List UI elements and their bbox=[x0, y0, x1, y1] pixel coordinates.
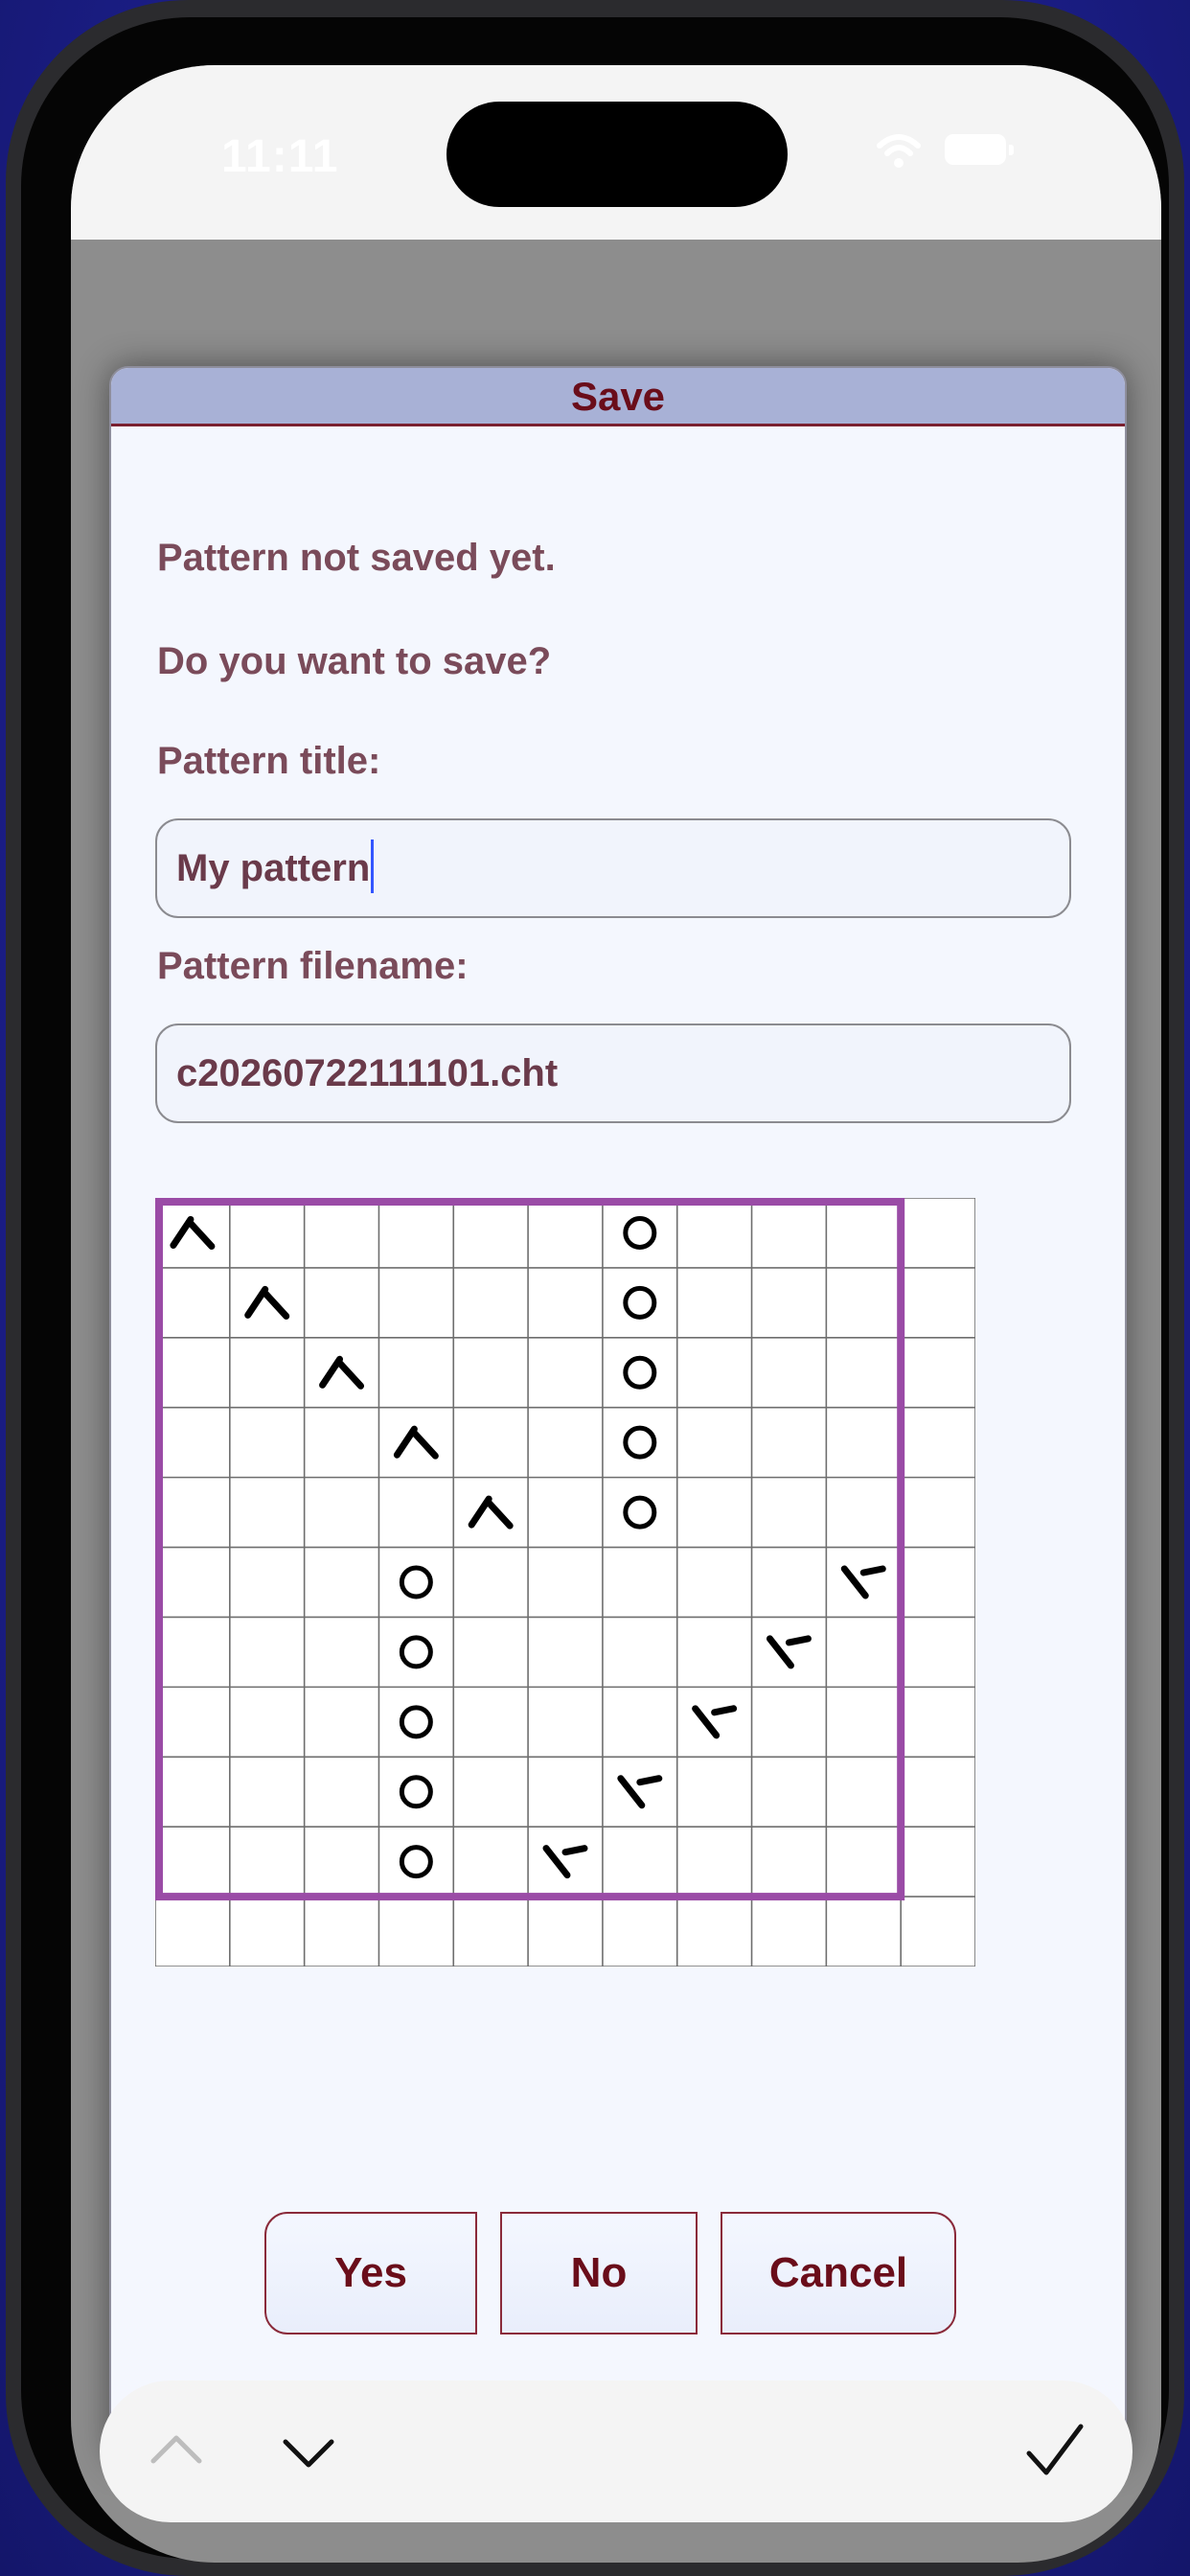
dialog-title: Save bbox=[570, 374, 666, 419]
status-bar: 11:11 bbox=[71, 65, 1161, 240]
battery-icon bbox=[945, 134, 1014, 165]
pattern-chart-svg bbox=[155, 1198, 975, 1966]
pattern-filename-label: Pattern filename: bbox=[157, 945, 469, 987]
save-dialog: Save Pattern not saved yet. Do you want … bbox=[109, 366, 1127, 2465]
phone-bezel: 11:11 Save Pattern not saved yet. Do you… bbox=[21, 17, 1169, 2563]
no-button[interactable]: No bbox=[500, 2212, 698, 2334]
pattern-title-input[interactable]: My pattern bbox=[155, 818, 1071, 918]
pattern-title-value: My pattern bbox=[176, 847, 371, 889]
keyboard-accessory-toolbar bbox=[100, 2380, 1133, 2522]
text-caret bbox=[371, 840, 375, 894]
save-prompt: Do you want to save? bbox=[157, 640, 552, 682]
pattern-filename-value: c20260722111101.cht bbox=[176, 1052, 559, 1094]
checkmark-icon[interactable] bbox=[1023, 2421, 1085, 2482]
phone-frame: 11:11 Save Pattern not saved yet. Do you… bbox=[6, 0, 1184, 2576]
pattern-chart-grid[interactable] bbox=[155, 1198, 975, 1966]
dialog-header: Save bbox=[111, 368, 1125, 426]
dynamic-island bbox=[446, 102, 788, 207]
chevron-up-icon[interactable] bbox=[146, 2421, 207, 2482]
screen: 11:11 Save Pattern not saved yet. Do you… bbox=[71, 65, 1161, 2563]
yes-button[interactable]: Yes bbox=[264, 2212, 477, 2334]
pattern-title-label: Pattern title: bbox=[157, 740, 381, 782]
cancel-button[interactable]: Cancel bbox=[721, 2212, 956, 2334]
not-saved-message: Pattern not saved yet. bbox=[157, 537, 556, 579]
pattern-filename-input[interactable]: c20260722111101.cht bbox=[155, 1024, 1071, 1123]
chevron-down-icon[interactable] bbox=[278, 2421, 339, 2482]
wifi-icon bbox=[877, 134, 921, 168]
status-time: 11:11 bbox=[221, 131, 339, 182]
